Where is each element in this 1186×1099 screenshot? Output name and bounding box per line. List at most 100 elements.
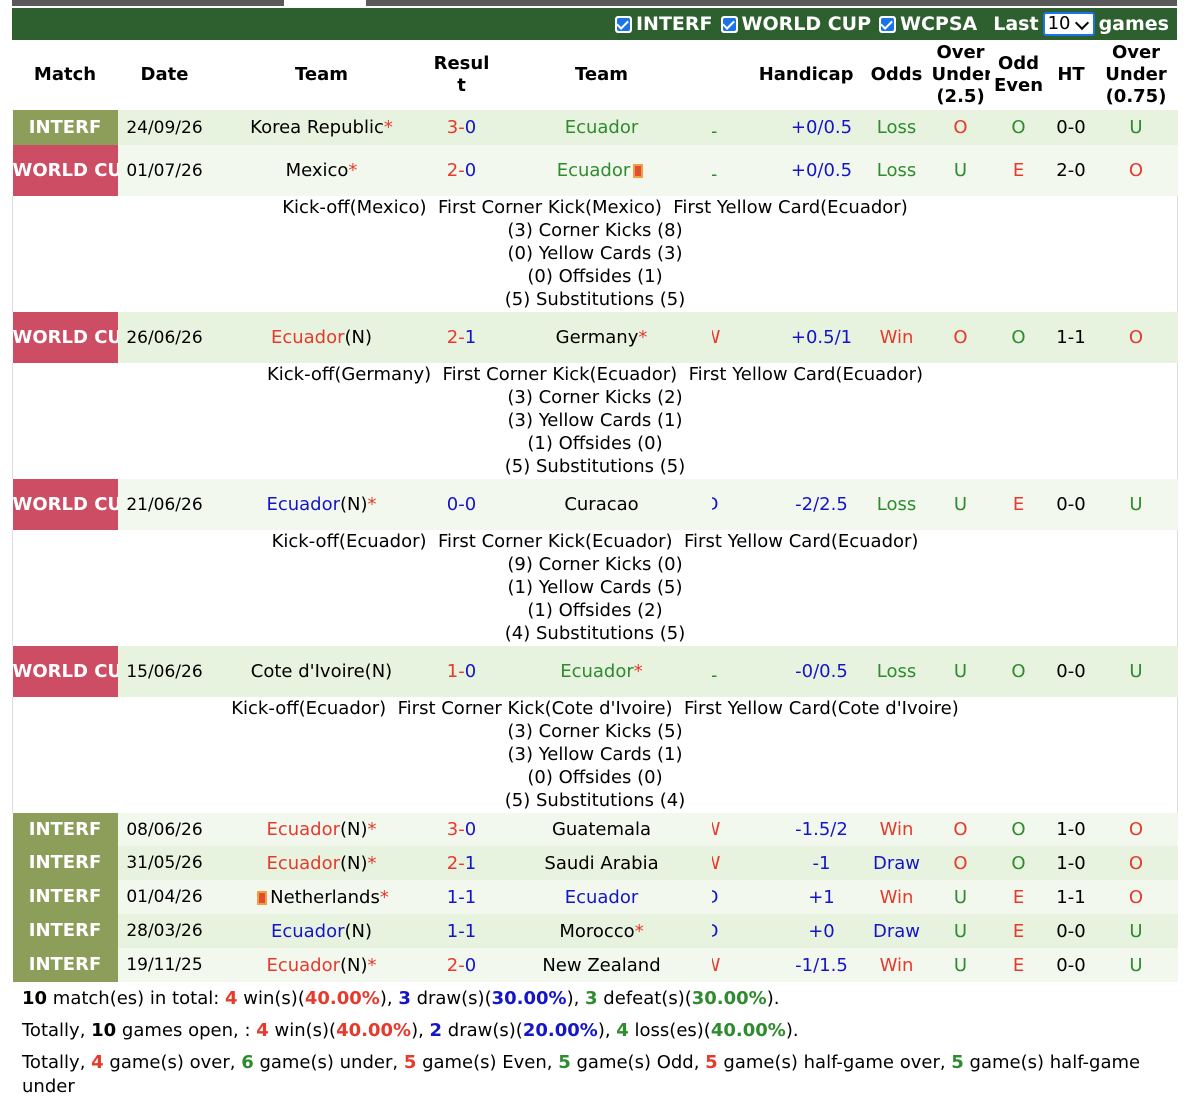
- win-loss-marker: L: [712, 160, 742, 181]
- checkbox-world-cup[interactable]: [720, 15, 738, 33]
- result-cell[interactable]: 2-0: [431, 145, 492, 196]
- home-team-name[interactable]: Ecuador: [271, 327, 345, 348]
- score-away: 0: [464, 494, 477, 515]
- summary-line-2: Totally, 10 games open, : 4 win(s)(40.00…: [22, 1019, 799, 1043]
- home-team-cell[interactable]: Netherlands*: [211, 880, 432, 914]
- result-cell[interactable]: 3-0: [431, 110, 492, 145]
- competition-badge[interactable]: WORLD CUP: [12, 479, 118, 530]
- result-cell[interactable]: 2-1: [431, 312, 492, 363]
- away-team-name[interactable]: Morocco: [559, 921, 634, 942]
- away-team-cell[interactable]: Guatemala: [491, 813, 712, 846]
- away-team-cell[interactable]: New Zealand: [491, 948, 712, 982]
- handicap-value: -1: [812, 852, 831, 874]
- away-team-cell[interactable]: Ecuador: [491, 880, 712, 914]
- checkbox-interf[interactable]: [614, 15, 632, 33]
- home-team-name[interactable]: Ecuador: [266, 819, 340, 840]
- win-loss-marker: L: [712, 117, 742, 138]
- competition-badge[interactable]: WORLD CUP: [12, 312, 118, 363]
- competition-badge[interactable]: INTERF: [12, 846, 118, 880]
- home-team-cell[interactable]: Korea Republic*: [211, 110, 432, 145]
- odds-result: Loss: [861, 145, 932, 196]
- half-time-score: 0-0: [1047, 948, 1095, 982]
- home-team-cell[interactable]: Ecuador(N)*: [211, 846, 432, 880]
- summary-defeat-pct: 30.00%: [691, 988, 767, 1009]
- home-star-marker: *: [383, 117, 393, 138]
- score-home: 1: [446, 661, 459, 682]
- home-team-cell[interactable]: Ecuador(N)*: [211, 813, 432, 846]
- summary-under: 6: [241, 1052, 254, 1073]
- away-team-name[interactable]: Saudi Arabia: [544, 853, 658, 874]
- header-match: Match: [33, 64, 97, 85]
- competition-badge[interactable]: INTERF: [12, 914, 118, 948]
- away-team-cell[interactable]: Morocco*: [491, 914, 712, 948]
- header-date: Date: [140, 64, 189, 85]
- away-team-cell[interactable]: Ecuador: [491, 145, 712, 196]
- filter-label-interf: INTERF: [635, 13, 713, 35]
- away-team-name[interactable]: Curacao: [564, 494, 638, 515]
- match-date: 28/03/26: [117, 914, 212, 948]
- competition-badge[interactable]: WORLD CUP: [12, 145, 118, 196]
- match-detail-line: (3) Corner Kicks (5): [507, 721, 683, 742]
- home-team-name[interactable]: Ecuador: [266, 853, 340, 874]
- home-team-cell[interactable]: Ecuador(N): [211, 914, 432, 948]
- odd-even: O: [989, 846, 1048, 880]
- header-ht: HT: [1057, 64, 1085, 85]
- over-under-25: U: [931, 479, 990, 530]
- result-cell[interactable]: 3-0: [431, 813, 492, 846]
- handicap-cell: D +1: [711, 880, 862, 914]
- match-date: 01/07/26: [117, 145, 212, 196]
- games-count-select[interactable]: 10: [1042, 12, 1095, 36]
- home-team-name[interactable]: Cote d'Ivoire: [251, 661, 365, 682]
- competition-badge[interactable]: WORLD CUP: [12, 646, 118, 697]
- home-team-cell[interactable]: Ecuador(N)*: [211, 479, 432, 530]
- away-team-name[interactable]: Ecuador: [565, 887, 639, 908]
- odds-result: Draw: [861, 914, 932, 948]
- neutral-marker: (N): [344, 327, 373, 348]
- home-team-cell[interactable]: Ecuador(N)*: [211, 948, 432, 982]
- odd-even: E: [989, 479, 1048, 530]
- away-team-name[interactable]: Ecuador: [557, 160, 631, 181]
- neutral-marker: (N): [340, 819, 368, 840]
- summary-open-draws: 2: [429, 1020, 443, 1041]
- header-odds: Odds: [870, 64, 923, 85]
- odds-result: Loss: [861, 479, 932, 530]
- home-team-cell[interactable]: Ecuador(N): [211, 312, 432, 363]
- home-team-cell[interactable]: Mexico*: [211, 145, 432, 196]
- match-detail-line: Kick-off(Mexico) First Corner Kick(Mexic…: [282, 197, 908, 218]
- result-cell[interactable]: 0-0: [431, 479, 492, 530]
- home-team-name[interactable]: Mexico: [286, 160, 349, 181]
- competition-badge[interactable]: INTERF: [12, 110, 118, 145]
- competition-badge[interactable]: INTERF: [12, 813, 118, 846]
- summary-wins: 4: [225, 988, 238, 1009]
- away-team-name[interactable]: Ecuador: [560, 661, 634, 682]
- away-team-cell[interactable]: Germany*: [491, 312, 712, 363]
- home-team-cell[interactable]: Cote d'Ivoire(N): [211, 646, 432, 697]
- summary-defeats: 3: [585, 988, 598, 1009]
- away-team-name[interactable]: Ecuador: [565, 117, 639, 138]
- home-team-name[interactable]: Ecuador: [266, 494, 340, 515]
- away-team-cell[interactable]: Ecuador*: [491, 646, 712, 697]
- result-cell[interactable]: 2-0: [431, 948, 492, 982]
- away-team-cell[interactable]: Saudi Arabia: [491, 846, 712, 880]
- result-cell[interactable]: 1-1: [431, 880, 492, 914]
- away-team-name[interactable]: Germany: [556, 327, 639, 348]
- away-team-cell[interactable]: Ecuador: [491, 110, 712, 145]
- home-team-name[interactable]: Korea Republic: [250, 117, 384, 138]
- competition-badge[interactable]: INTERF: [12, 880, 118, 914]
- home-team-name[interactable]: Ecuador: [266, 955, 340, 976]
- home-star-marker: *: [379, 886, 389, 908]
- away-team-name[interactable]: New Zealand: [542, 955, 660, 976]
- win-loss-marker: W: [712, 853, 742, 874]
- competition-badge[interactable]: INTERF: [12, 948, 118, 982]
- away-team-cell[interactable]: Curacao: [491, 479, 712, 530]
- checkbox-wcpsa[interactable]: [879, 15, 897, 33]
- home-team-name[interactable]: Ecuador: [271, 921, 345, 942]
- result-cell[interactable]: 2-1: [431, 846, 492, 880]
- games-count-value: 10: [1047, 13, 1071, 34]
- result-cell[interactable]: 1-0: [431, 646, 492, 697]
- handicap-value: -1/1.5: [795, 954, 848, 976]
- result-cell[interactable]: 1-1: [431, 914, 492, 948]
- home-team-name[interactable]: Netherlands: [270, 887, 380, 908]
- half-time-score: 2-0: [1047, 145, 1095, 196]
- away-team-name[interactable]: Guatemala: [552, 819, 651, 840]
